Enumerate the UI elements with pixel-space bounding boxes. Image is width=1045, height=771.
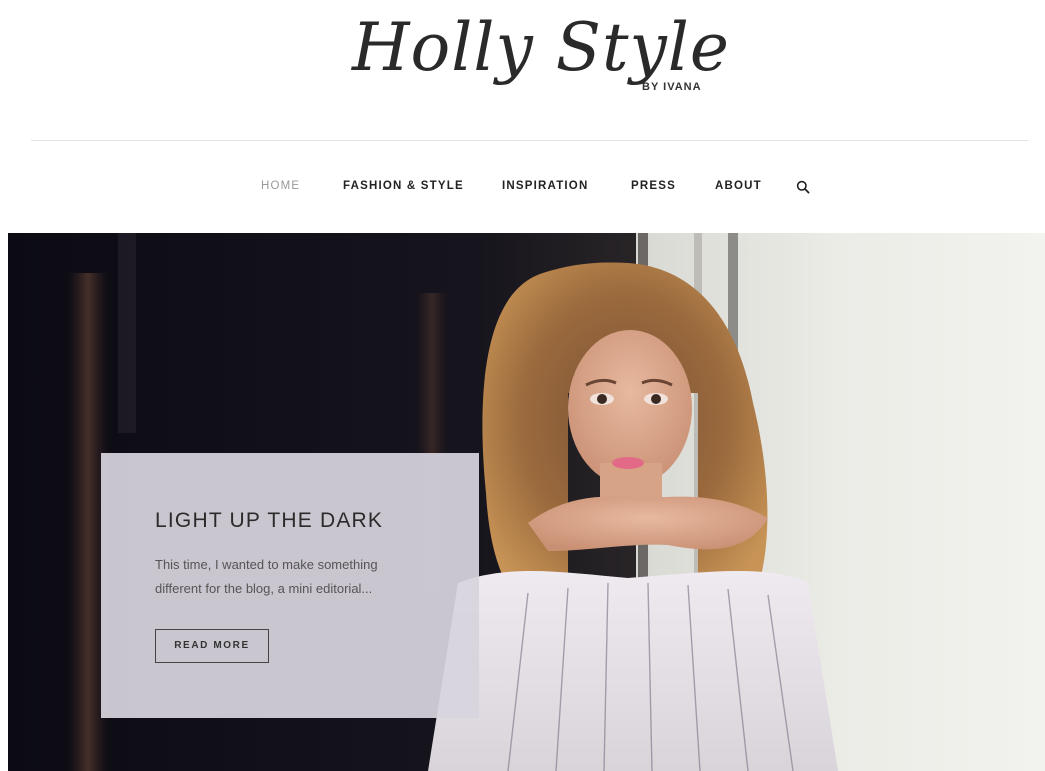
nav-item-about[interactable]: ABOUT <box>715 176 762 196</box>
search-icon[interactable] <box>796 180 810 194</box>
nav-item-press[interactable]: PRESS <box>631 176 676 196</box>
logo-subtitle: BY IVANA <box>642 81 702 93</box>
logo-script-text: Holly Style <box>352 9 730 86</box>
post-excerpt: This time, I wanted to make something di… <box>155 557 378 596</box>
nav-item-inspiration[interactable]: INSPIRATION <box>502 176 588 196</box>
nav-item-fashion-style[interactable]: FASHION & STYLE <box>343 176 464 196</box>
main-nav: HOME FASHION & STYLE INSPIRATION PRESS A… <box>0 176 1045 198</box>
featured-post-card: LIGHT UP THE DARK This time, I wanted to… <box>101 453 479 718</box>
read-more-button[interactable]: READ MORE <box>155 629 269 663</box>
nav-item-home[interactable]: HOME <box>261 176 300 196</box>
site-logo[interactable]: Holly Style BY IVANA <box>0 0 1045 120</box>
post-title[interactable]: LIGHT UP THE DARK <box>155 509 383 533</box>
header-divider <box>31 140 1028 141</box>
